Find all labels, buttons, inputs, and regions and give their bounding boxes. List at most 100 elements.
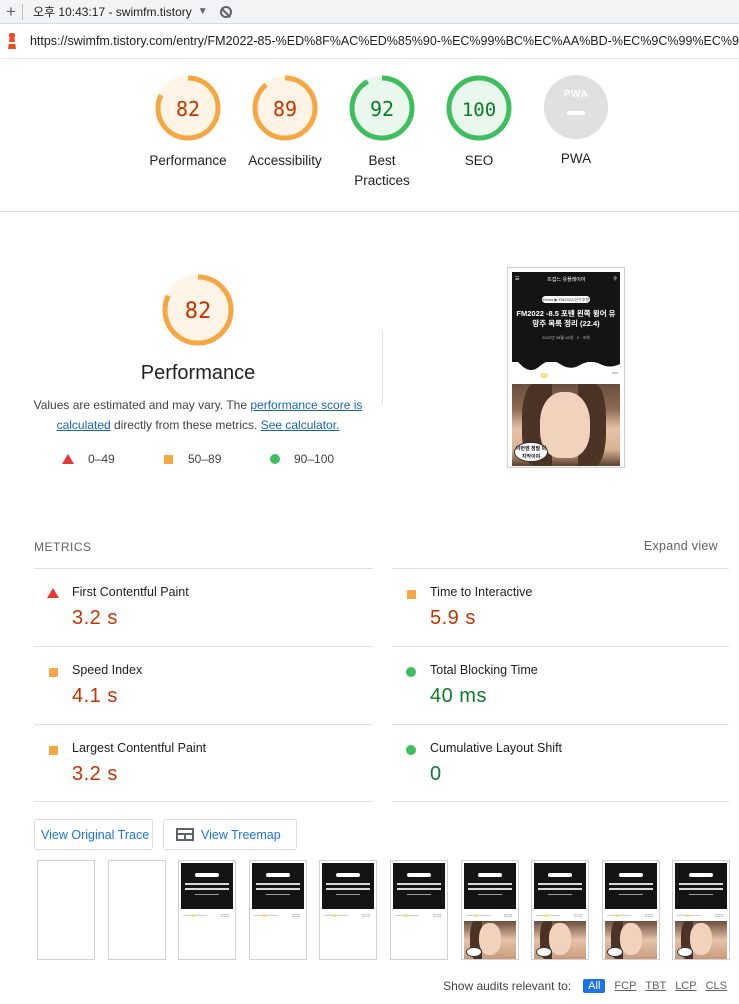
filmstrip-frame [37, 860, 95, 960]
performance-gauge: 82 [162, 274, 234, 346]
filmstrip-frame [460, 860, 519, 960]
square-icon [49, 668, 58, 677]
divider [34, 801, 373, 802]
filmstrip-frame [390, 860, 448, 960]
circle-icon [406, 667, 416, 677]
filter-fcp[interactable]: FCP [614, 980, 636, 992]
breadcrumb: Home ▶ FM2022/선수추천 [542, 296, 590, 303]
gauge-label: SEO [464, 153, 494, 168]
pwa-badge-text: PWA [563, 89, 589, 100]
gauge-score: 100 [462, 99, 496, 121]
devtools-topbar: + 오후 10:43:17 - swimfm.tistory ▼ [0, 0, 739, 24]
screenshot-toolbar [512, 370, 620, 380]
lighthouse-icon [6, 33, 18, 49]
view-original-trace-button[interactable]: View Original Trace [34, 819, 153, 850]
legend-average: 50–89 [164, 452, 221, 466]
menu-icon: ☰ [515, 276, 520, 282]
report-url[interactable]: https://swimfm.tistory.com/entry/FM2022-… [30, 34, 739, 48]
post-meta: 2022년 08월 18일 · 0 · 조회 [542, 335, 590, 340]
metric-value: 40 ms [430, 685, 487, 707]
filmstrip-frame [672, 860, 731, 960]
add-icon[interactable]: + [0, 2, 22, 22]
metric-name: First Contentful Paint [72, 585, 189, 599]
see-calculator-link[interactable]: See calculator. [261, 418, 340, 432]
filmstrip-frame [248, 860, 307, 960]
metric-value: 4.1 s [72, 685, 118, 707]
filmstrip-frame [601, 860, 660, 960]
gauge-score: 82 [176, 97, 200, 121]
view-treemap-button[interactable]: View Treemap [163, 819, 297, 850]
metric-total-blocking-time: Total Blocking Time 40 ms [392, 647, 732, 724]
gauge-score: 89 [273, 97, 297, 121]
metric-value: 3.2 s [72, 607, 118, 629]
filter-all[interactable]: All [583, 979, 606, 993]
gauge-best-practices[interactable]: 92 Best Practices [334, 75, 430, 191]
gauge-ring: 82 [155, 75, 221, 141]
metric-value: 5.9 s [430, 607, 476, 629]
square-icon [49, 746, 58, 755]
gauge-ring: 92 [349, 75, 415, 141]
screenshot-header: ☰ 뜨겁느 유플레이어 ⚲ Home ▶ FM2022/선수추천 FM2022 … [512, 272, 620, 362]
speech-bubble: 이번엔 정말 마지막이야 [514, 442, 548, 462]
metric-name: Total Blocking Time [430, 663, 538, 677]
square-icon [164, 454, 173, 464]
filmstrip-frame [178, 860, 237, 960]
site-name: 뜨겁느 유플레이어 [547, 276, 586, 283]
filmstrip-frame [319, 860, 378, 960]
metric-name: Largest Contentful Paint [72, 741, 207, 755]
post-headline: FM2022 -8.5 포텐 왼쪽 윙어 유망주 목록 정리 (22.4) [516, 309, 616, 328]
search-icon: ⚲ [613, 276, 617, 282]
filter-lcp[interactable]: LCP [675, 980, 696, 992]
metric-name: Time to Interactive [430, 585, 533, 599]
filmstrip-frame [107, 860, 166, 960]
metric-speed-index: Speed Index 4.1 s [34, 647, 374, 724]
treemap-icon [176, 828, 194, 841]
gauge-label: Best Practices [354, 153, 410, 188]
circle-icon [406, 745, 416, 755]
gauge-performance[interactable]: 82 Performance [140, 75, 236, 171]
gauge-pwa[interactable]: PWA PWA [528, 75, 624, 169]
legend-fail: 0–49 [62, 452, 115, 466]
gauge-accessibility[interactable]: 89 Accessibility [237, 75, 333, 171]
filter-tbt[interactable]: TBT [645, 980, 666, 992]
square-icon [407, 590, 416, 599]
url-bar: https://swimfm.tistory.com/entry/FM2022-… [0, 24, 739, 59]
audit-filter: Show audits relevant to: All FCP TBT LCP… [443, 979, 727, 993]
category-gauges: 82 Performance 89 Accessibility 92 Best … [0, 60, 739, 212]
metric-value: 0 [430, 763, 442, 785]
gauge-label: PWA [560, 151, 592, 166]
metric-time-to-interactive: Time to Interactive 5.9 s [392, 569, 732, 646]
gauge-seo[interactable]: 100 SEO [431, 75, 527, 171]
metrics-header: METRICS [34, 540, 92, 554]
report-selector-title[interactable]: 오후 10:43:17 - swimfm.tistory [33, 3, 192, 20]
gauge-label: Accessibility [248, 153, 322, 168]
filmstrip-frame [531, 860, 590, 960]
performance-description: Values are estimated and may vary. The p… [33, 398, 363, 432]
final-screenshot[interactable]: ☰ 뜨겁느 유플레이어 ⚲ Home ▶ FM2022/선수추천 FM2022 … [507, 267, 625, 468]
gauge-score: 92 [370, 97, 394, 121]
triangle-icon [47, 588, 59, 598]
performance-score: 82 [185, 299, 212, 324]
divider [382, 331, 383, 404]
metric-name: Cumulative Layout Shift [430, 741, 563, 755]
wave-divider [512, 360, 620, 370]
triangle-icon [62, 454, 74, 464]
gauge-label: Performance [149, 153, 227, 168]
filter-cls[interactable]: CLS [706, 980, 727, 992]
performance-title: Performance [140, 362, 256, 384]
expand-view-toggle[interactable]: Expand view [644, 539, 718, 553]
gauge-ring: 100 [446, 75, 512, 141]
metric-first-contentful-paint: First Contentful Paint 3.2 s [34, 569, 374, 646]
chevron-down-icon[interactable]: ▼ [198, 6, 208, 17]
circle-icon [270, 454, 280, 464]
metric-name: Speed Index [72, 663, 143, 677]
divider [392, 801, 729, 802]
comic-illustration: 이번엔 정말 마지막이야 [512, 384, 620, 466]
clear-icon[interactable] [219, 5, 232, 18]
metric-largest-contentful-paint: Largest Contentful Paint 3.2 s [34, 725, 374, 802]
gauge-ring: 89 [252, 75, 318, 141]
divider [22, 3, 23, 20]
filter-label: Show audits relevant to: [443, 979, 572, 993]
metric-cumulative-layout-shift: Cumulative Layout Shift 0 [392, 725, 732, 802]
pwa-badge-icon: PWA [544, 75, 608, 139]
